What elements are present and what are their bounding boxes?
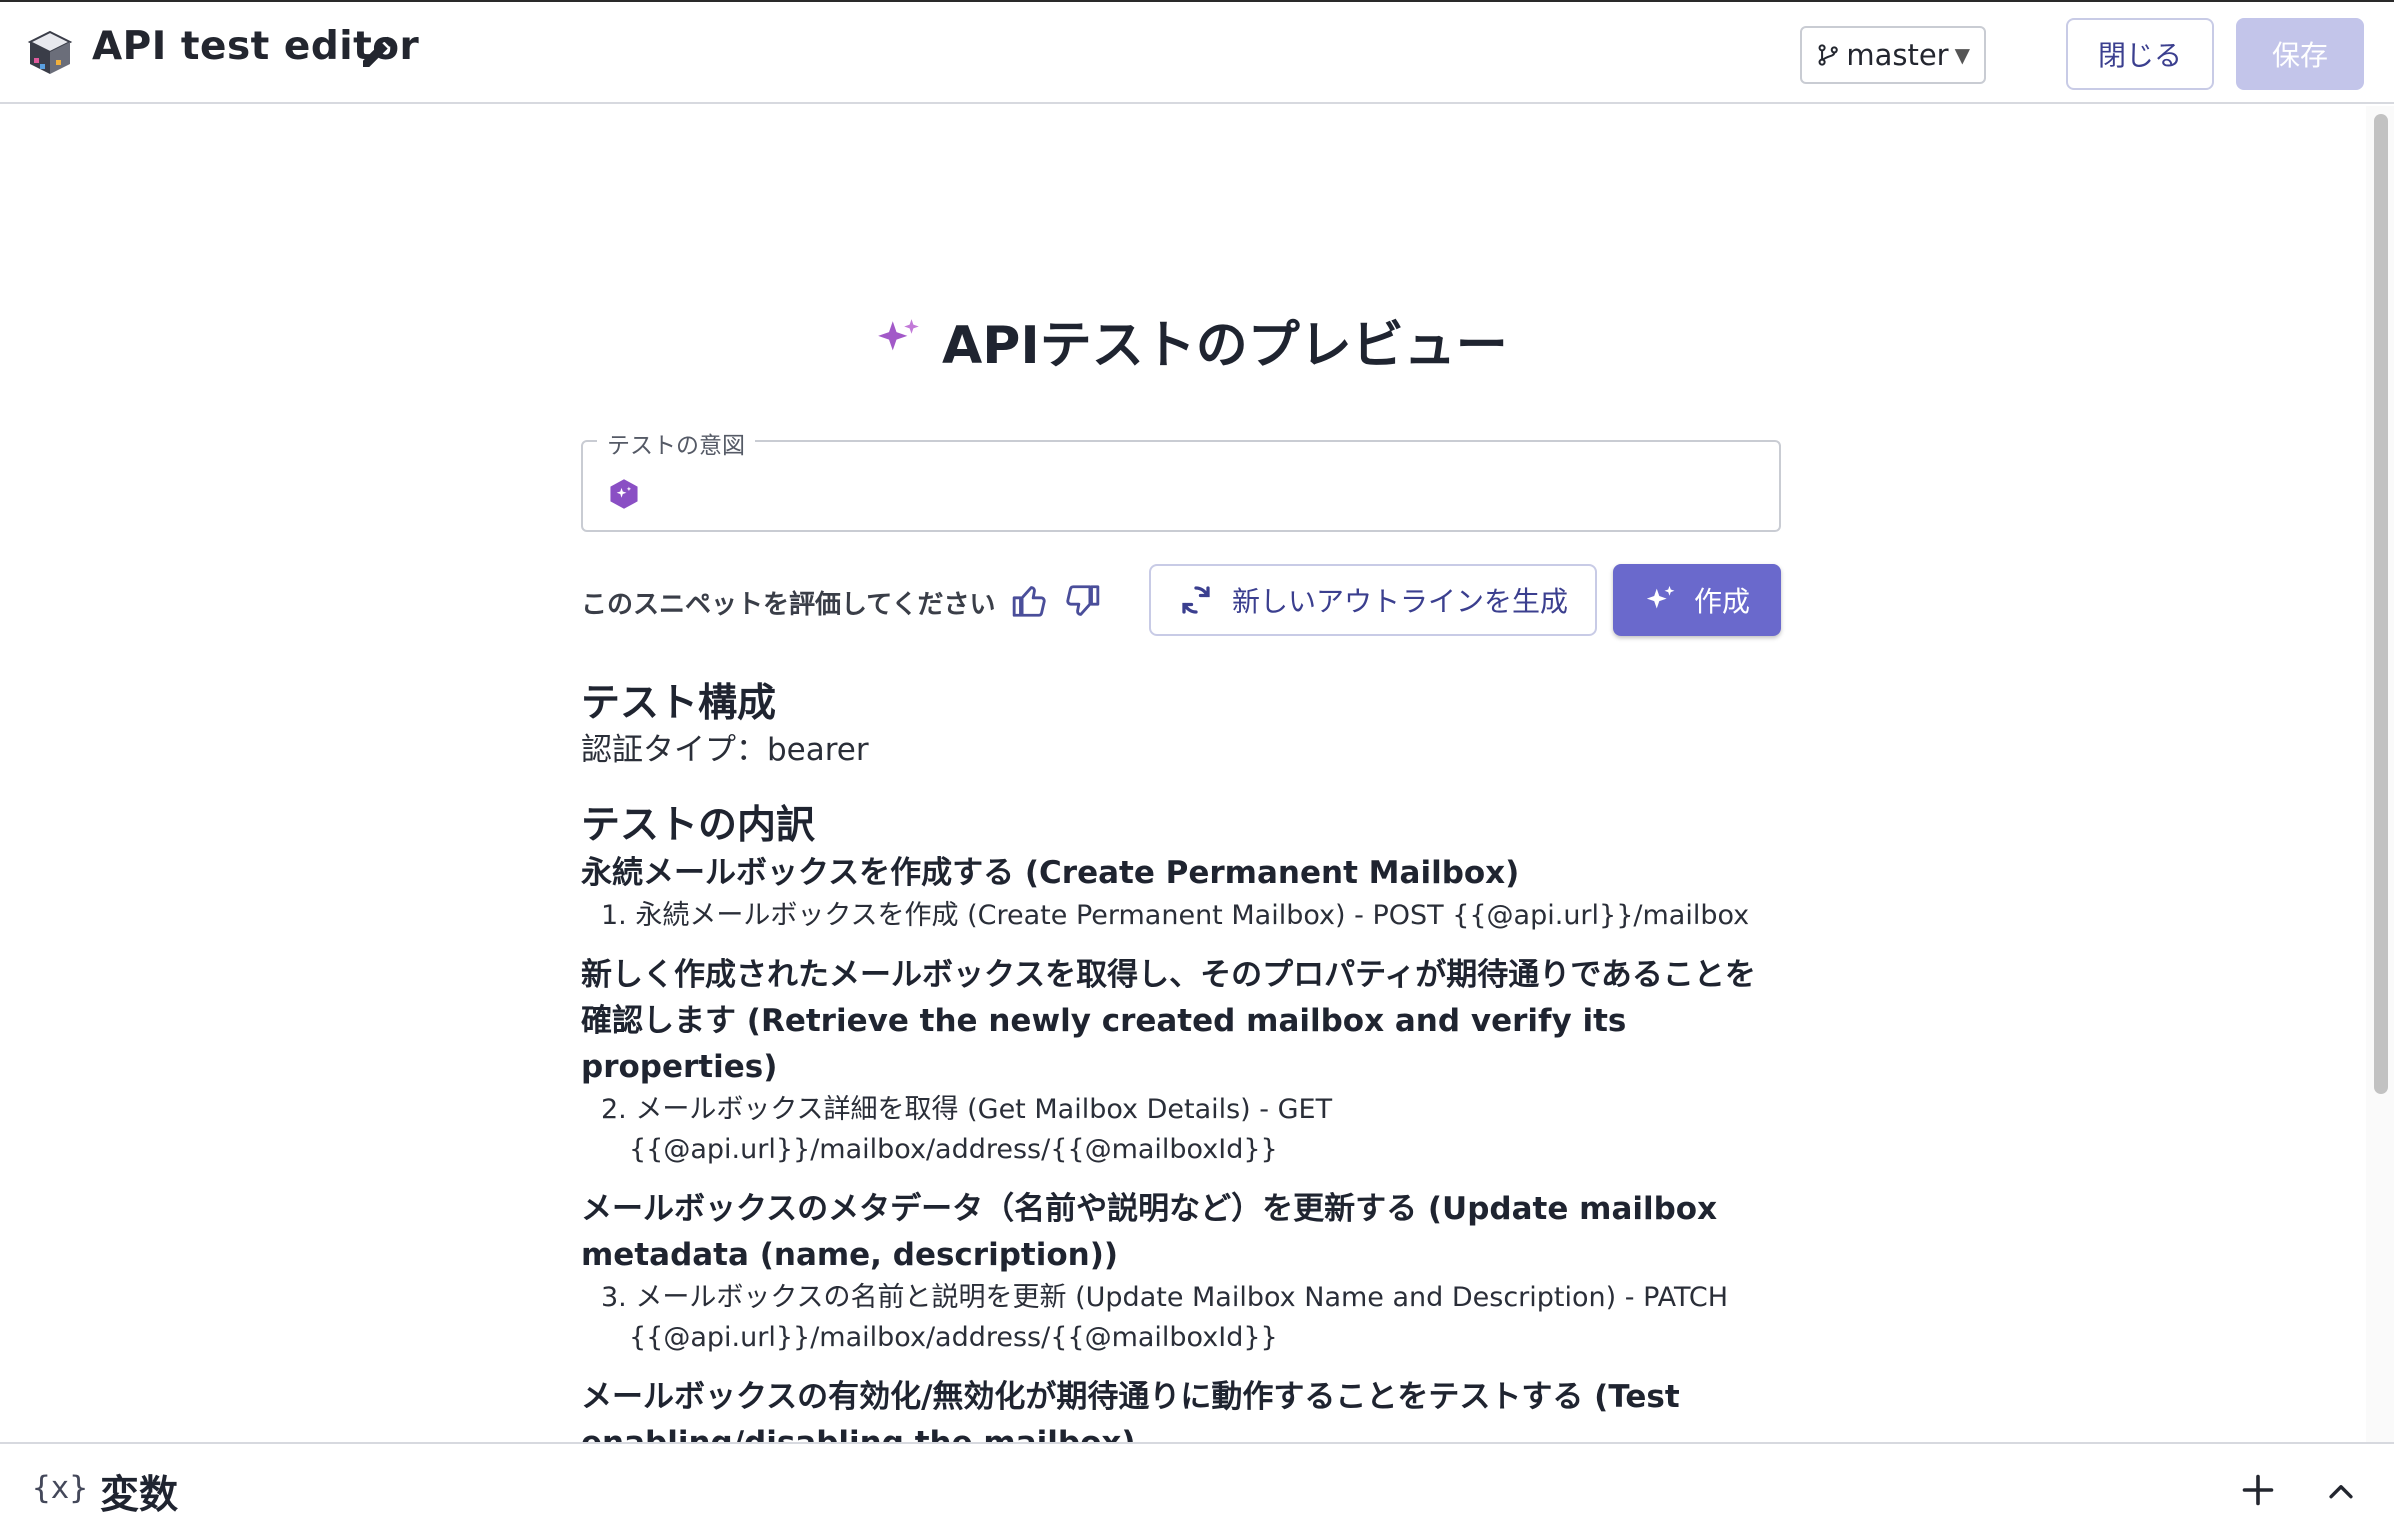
regenerate-outline-button[interactable]: 新しいアウトラインを生成 <box>1149 564 1597 636</box>
chevron-up-icon[interactable] <box>2324 1474 2358 1508</box>
close-button[interactable]: 閉じる <box>2066 18 2214 90</box>
section-step: 3. メールボックスの名前と説明を更新 (Update Mailbox Name… <box>601 1282 1729 1353</box>
breakdown-heading: テストの内訳 <box>581 803 816 848</box>
scrollbar-thumb[interactable] <box>2374 114 2388 1094</box>
config-heading: テスト構成 <box>581 681 777 726</box>
section-title: メールボックスのメタデータ（名前や説明など）を更新する (Update mail… <box>581 1191 1718 1273</box>
thumbs-down-icon[interactable] <box>1063 582 1101 620</box>
thumbs-up-icon[interactable] <box>1011 582 1049 620</box>
branch-name: master <box>1846 38 1949 72</box>
save-button[interactable]: 保存 <box>2236 18 2364 90</box>
preview-heading: APIテストのプレビュー <box>874 300 1574 380</box>
app-header: API test editor master ▼ 閉じる 保存 <box>0 0 2394 104</box>
auth-type: 認証タイプ：bearer <box>581 732 869 768</box>
test-intent-input[interactable] <box>653 462 1757 514</box>
create-button[interactable]: 作成 <box>1613 564 1781 636</box>
preview-title: APIテストのプレビュー <box>942 315 1508 376</box>
rating-row: このスニペットを評価してください 新しいアウトラインを生成 作成 <box>581 564 1781 638</box>
sparkle-icon <box>878 319 919 351</box>
regenerate-outline-label: 新しいアウトラインを生成 <box>1231 585 1568 618</box>
ai-hexagon-icon <box>610 479 638 509</box>
plus-icon[interactable] <box>2240 1472 2276 1508</box>
section-title: 永続メールボックスを作成する (Create Permanent Mailbox… <box>581 855 1520 891</box>
app-logo-icon <box>27 30 73 74</box>
git-branch-icon <box>1818 44 1838 66</box>
sparkle-icon <box>1646 585 1675 609</box>
variables-title: 変数 <box>100 1473 179 1518</box>
caret-down-icon: ▼ <box>1954 43 1970 67</box>
variables-panel: {x} 変数 <box>0 1442 2394 1538</box>
section-title: 新しく作成されたメールボックスを取得し、そのプロパティが期待通りであることを確認… <box>581 957 1756 1085</box>
section-step: 2. メールボックス詳細を取得 (Get Mailbox Details) - … <box>601 1094 1333 1165</box>
refresh-icon <box>1182 586 1210 614</box>
test-intent-field[interactable]: テストの意図 <box>581 426 1781 532</box>
rate-snippet-label: このスニペットを評価してください <box>581 590 996 620</box>
test-outline: テスト構成 認証タイプ：bearer テストの内訳 永続メールボックスを作成する… <box>581 680 1781 1466</box>
section-step: 1. 永続メールボックスを作成 (Create Permanent Mailbo… <box>601 900 1750 931</box>
create-label: 作成 <box>1693 585 1750 618</box>
test-intent-label: テストの意図 <box>597 426 755 460</box>
variable-icon: {x} <box>32 1470 88 1506</box>
pencil-icon[interactable] <box>358 32 398 72</box>
branch-selector[interactable]: master ▼ <box>1800 26 1986 84</box>
